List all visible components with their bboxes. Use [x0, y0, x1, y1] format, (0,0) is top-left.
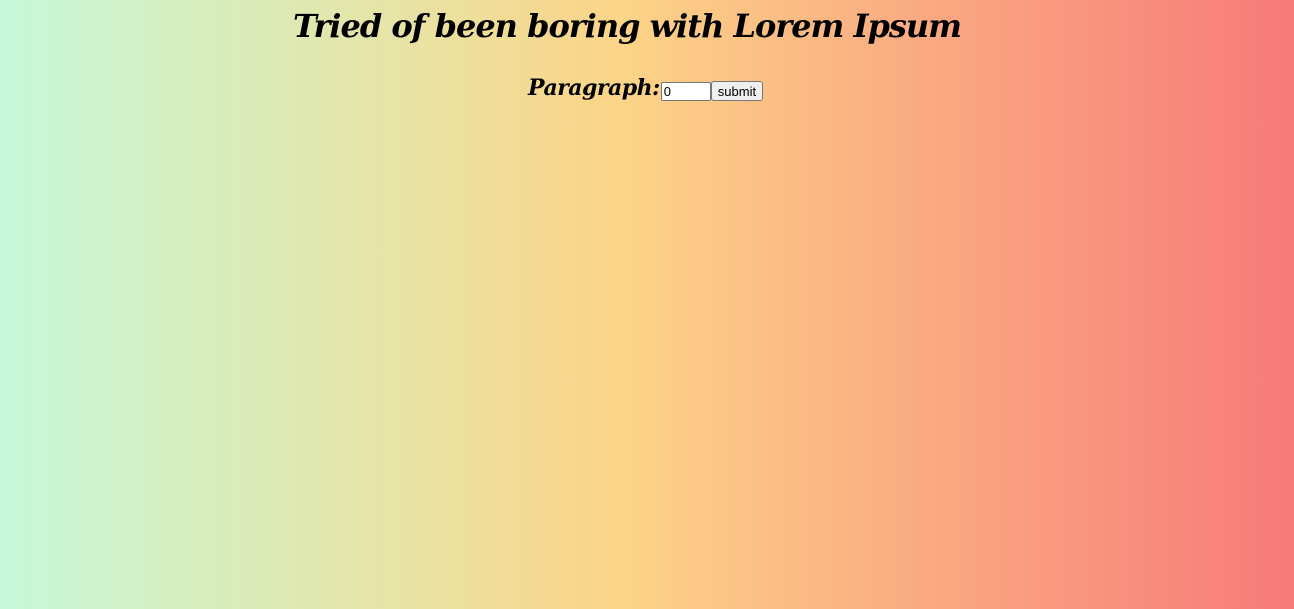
paragraph-form: Paragraph: submit: [528, 72, 764, 104]
page: { "header": { "title": "Tried of been bo…: [0, 0, 1294, 609]
paragraph-count-input[interactable]: [660, 81, 711, 101]
page-title: Tried of been boring with Lorem Ipsum: [292, 7, 962, 45]
paragraph-label: Paragraph:: [528, 75, 660, 101]
submit-button[interactable]: submit: [710, 81, 764, 101]
